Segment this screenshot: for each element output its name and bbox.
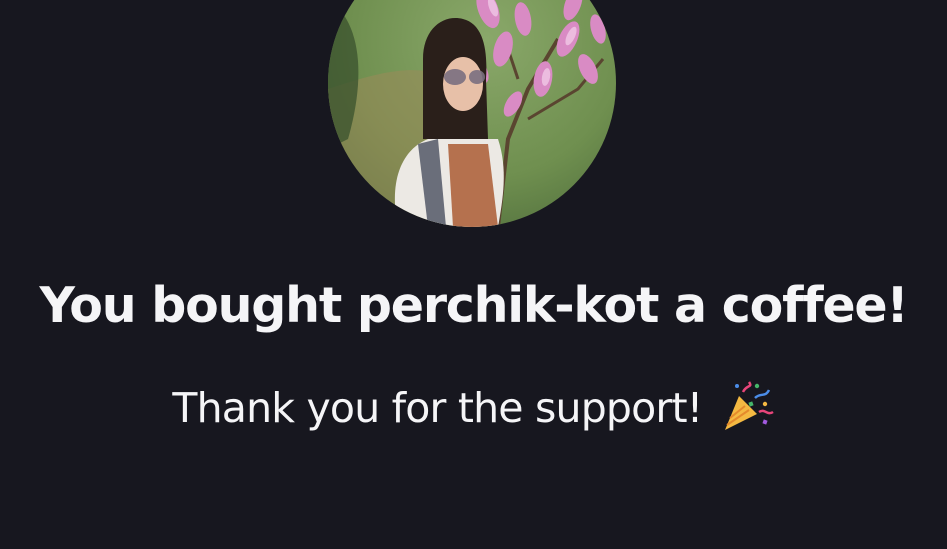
thank-you-message: Thank you for the support! xyxy=(0,377,947,439)
profile-avatar xyxy=(328,0,616,227)
avatar-photo xyxy=(328,0,616,227)
party-popper-icon xyxy=(719,378,775,434)
coffee-success-page: You bought perchik-kot a coffee! Thank y… xyxy=(0,0,947,549)
success-headline: You bought perchik-kot a coffee! xyxy=(39,277,908,334)
thank-you-text: Thank you for the support! xyxy=(172,384,703,432)
